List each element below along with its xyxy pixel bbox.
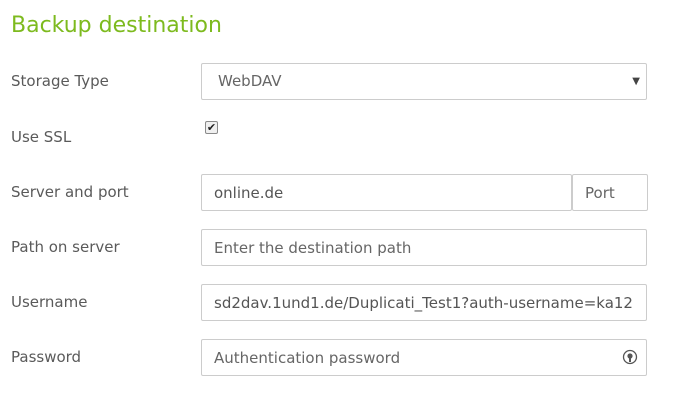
server-host-input[interactable] [201, 174, 572, 211]
storage-type-select[interactable]: WebDAV ▼ [201, 63, 647, 100]
path-input[interactable] [201, 229, 647, 266]
use-ssl-checkbox[interactable]: ✔ [205, 121, 218, 134]
storage-type-value: WebDAV [218, 72, 282, 90]
chevron-down-icon: ▼ [632, 76, 640, 87]
username-label: Username [11, 293, 88, 311]
server-port-input[interactable] [572, 174, 648, 211]
eye-icon[interactable] [622, 349, 638, 365]
username-input[interactable] [201, 284, 647, 321]
section-title: Backup destination [11, 13, 222, 38]
password-input[interactable] [201, 339, 647, 376]
password-label: Password [11, 348, 82, 366]
use-ssl-label: Use SSL [11, 128, 72, 146]
server-port-label: Server and port [11, 183, 129, 201]
storage-type-label: Storage Type [11, 72, 109, 90]
path-label: Path on server [11, 238, 120, 256]
